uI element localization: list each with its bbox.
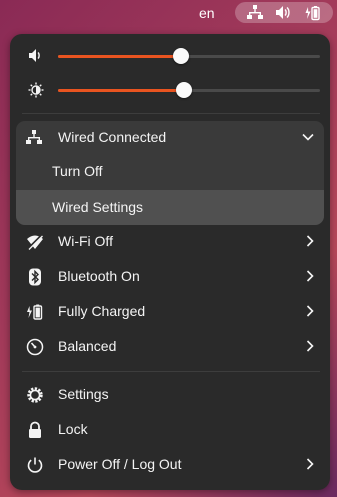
power-off-label: Power Off / Log Out	[58, 456, 182, 472]
quick-settings-menu: Wired Connected Turn Off Wired Settings …	[10, 34, 330, 490]
power-off-menu-item[interactable]: Power Off / Log Out	[16, 448, 324, 482]
volume-slider-row	[10, 41, 330, 71]
wired-settings-item[interactable]: Wired Settings	[16, 190, 324, 225]
bluetooth-menu-item[interactable]: Bluetooth On	[16, 260, 324, 294]
separator	[22, 113, 320, 114]
volume-icon	[276, 6, 290, 19]
settings-label: Settings	[58, 386, 109, 402]
chevron-right-icon	[306, 340, 314, 352]
network-wired-icon	[26, 130, 42, 144]
system-status-button[interactable]	[235, 2, 333, 23]
wifi-off-icon	[27, 234, 43, 250]
wifi-menu-item[interactable]: Wi-Fi Off	[16, 225, 324, 259]
lock-label: Lock	[58, 421, 88, 437]
battery-label: Fully Charged	[58, 303, 146, 319]
power-icon	[27, 457, 43, 473]
network-submenu: Wired Connected Turn Off Wired Settings	[16, 121, 324, 225]
power-mode-label: Balanced	[58, 338, 117, 354]
power-mode-menu-item[interactable]: Balanced	[16, 330, 324, 364]
battery-charging-icon	[305, 6, 320, 21]
separator	[22, 371, 320, 372]
brightness-icon	[28, 82, 44, 98]
chevron-right-icon	[306, 270, 314, 282]
lock-menu-item[interactable]: Lock	[16, 413, 324, 447]
chevron-right-icon	[306, 305, 314, 317]
wifi-label: Wi-Fi Off	[58, 233, 113, 249]
brightness-slider[interactable]	[58, 82, 320, 98]
volume-slider[interactable]	[58, 48, 320, 64]
chevron-down-icon	[302, 133, 314, 141]
chevron-right-icon	[306, 235, 314, 247]
top-bar: en	[0, 0, 337, 26]
lock-icon	[29, 421, 41, 438]
power-mode-gauge-icon	[26, 338, 44, 356]
bluetooth-label: Bluetooth On	[58, 268, 140, 284]
chevron-right-icon	[306, 458, 314, 470]
volume-icon	[29, 49, 40, 62]
gear-icon	[27, 387, 43, 403]
settings-menu-item[interactable]: Settings	[16, 378, 324, 412]
bluetooth-icon	[29, 268, 41, 286]
wired-connection-label: Wired Connected	[58, 129, 167, 145]
language-indicator[interactable]: en	[199, 5, 215, 21]
brightness-slider-handle[interactable]	[175, 82, 192, 98]
battery-charging-icon	[27, 304, 43, 320]
network-wired-icon	[247, 5, 263, 19]
brightness-slider-row	[10, 75, 330, 105]
turn-off-network-item[interactable]: Turn Off	[16, 154, 324, 190]
wired-connection-toggle[interactable]: Wired Connected	[16, 121, 324, 154]
turn-off-label: Turn Off	[52, 163, 103, 179]
volume-slider-handle[interactable]	[173, 48, 190, 64]
battery-menu-item[interactable]: Fully Charged	[16, 295, 324, 329]
wired-settings-label: Wired Settings	[52, 199, 144, 215]
